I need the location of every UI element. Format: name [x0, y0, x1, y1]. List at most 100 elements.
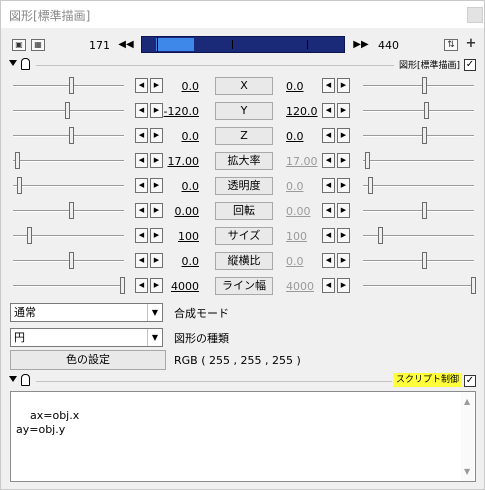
slider-thumb[interactable] [69, 77, 74, 94]
increment-button[interactable]: ▶ [337, 128, 350, 143]
shape-type-select[interactable]: 円 ▼ [10, 328, 163, 347]
param-name-button[interactable]: 縦横比 [215, 252, 273, 270]
filter-enable-checkbox[interactable]: ✓ [464, 59, 476, 71]
slider-thumb[interactable] [15, 152, 20, 169]
decrement-button[interactable]: ◀ [322, 278, 335, 293]
decrement-button[interactable]: ◀ [135, 228, 148, 243]
timeline-bar[interactable] [141, 36, 345, 53]
image-icon[interactable]: ▦ [31, 39, 45, 51]
param-start-value[interactable]: 0.0 [163, 130, 200, 143]
script-scrollbar[interactable]: ▲ ▼ [461, 392, 475, 481]
right-track-slider[interactable] [363, 77, 474, 94]
decrement-button[interactable]: ◀ [322, 228, 335, 243]
film-icon[interactable]: ▣ [12, 39, 26, 51]
decrement-button[interactable]: ◀ [322, 253, 335, 268]
blend-mode-select[interactable]: 通常 ▼ [10, 303, 163, 322]
slider-thumb[interactable] [422, 77, 427, 94]
left-track-slider[interactable] [13, 127, 124, 144]
param-name-button[interactable]: X [215, 77, 273, 95]
param-start-value[interactable]: 100 [163, 230, 199, 243]
decrement-button[interactable]: ◀ [135, 278, 148, 293]
scroll-down-icon[interactable]: ▼ [464, 465, 470, 479]
param-name-button[interactable]: サイズ [215, 227, 273, 245]
slider-thumb[interactable] [120, 277, 125, 294]
prev-frame-button[interactable]: ◀◀ [117, 38, 135, 52]
window-close-button[interactable] [467, 7, 483, 23]
increment-button[interactable]: ▶ [337, 203, 350, 218]
right-track-slider[interactable] [363, 227, 474, 244]
decrement-button[interactable]: ◀ [322, 78, 335, 93]
decrement-button[interactable]: ◀ [135, 178, 148, 193]
left-track-slider[interactable] [13, 202, 124, 219]
slider-thumb[interactable] [422, 127, 427, 144]
param-start-value[interactable]: 0.00 [163, 205, 200, 218]
param-end-value[interactable]: 0.0 [286, 130, 322, 143]
decrement-button[interactable]: ◀ [322, 153, 335, 168]
slider-thumb[interactable] [17, 177, 22, 194]
decrement-button[interactable]: ◀ [322, 103, 335, 118]
left-track-slider[interactable] [13, 77, 124, 94]
increment-button[interactable]: ▶ [337, 178, 350, 193]
increment-button[interactable]: ▶ [337, 228, 350, 243]
increment-button[interactable]: ▶ [150, 153, 163, 168]
increment-button[interactable]: ▶ [150, 203, 163, 218]
param-start-value[interactable]: -120.0 [163, 105, 199, 118]
right-track-slider[interactable] [363, 202, 474, 219]
right-track-slider[interactable] [363, 252, 474, 269]
left-track-slider[interactable] [13, 102, 124, 119]
decrement-button[interactable]: ◀ [322, 128, 335, 143]
param-end-value[interactable]: 4000 [286, 280, 322, 293]
param-end-value[interactable]: 120.0 [286, 105, 322, 118]
slider-thumb[interactable] [69, 252, 74, 269]
slider-thumb[interactable] [365, 152, 370, 169]
slider-thumb[interactable] [424, 102, 429, 119]
collapse-triangle-icon[interactable] [9, 376, 17, 382]
increment-button[interactable]: ▶ [150, 278, 163, 293]
param-name-button[interactable]: 拡大率 [215, 152, 273, 170]
lock-icon[interactable] [21, 374, 30, 386]
decrement-button[interactable]: ◀ [135, 153, 148, 168]
increment-button[interactable]: ▶ [150, 78, 163, 93]
increment-button[interactable]: ▶ [337, 78, 350, 93]
param-start-value[interactable]: 0.0 [163, 255, 200, 268]
slider-thumb[interactable] [471, 277, 476, 294]
slider-thumb[interactable] [69, 202, 74, 219]
right-track-slider[interactable] [363, 277, 476, 294]
increment-button[interactable]: ▶ [150, 178, 163, 193]
param-end-value[interactable]: 0.0 [286, 80, 322, 93]
increment-button[interactable]: ▶ [337, 253, 350, 268]
right-track-slider[interactable] [363, 102, 474, 119]
param-start-value[interactable]: 17.00 [163, 155, 200, 168]
decrement-button[interactable]: ◀ [322, 203, 335, 218]
swap-icon[interactable]: ⇅ [444, 39, 458, 51]
param-end-value[interactable]: 0.0 [286, 255, 322, 268]
slider-thumb[interactable] [69, 127, 74, 144]
param-end-value[interactable]: 0.00 [286, 205, 322, 218]
increment-button[interactable]: ▶ [150, 103, 163, 118]
decrement-button[interactable]: ◀ [135, 128, 148, 143]
left-track-slider[interactable] [13, 277, 125, 294]
param-end-value[interactable]: 17.00 [286, 155, 322, 168]
decrement-button[interactable]: ◀ [135, 78, 148, 93]
left-track-slider[interactable] [13, 177, 124, 194]
slider-thumb[interactable] [422, 252, 427, 269]
param-name-button[interactable]: ライン幅 [215, 277, 273, 295]
param-start-value[interactable]: 0.0 [163, 180, 200, 193]
increment-button[interactable]: ▶ [337, 103, 350, 118]
slider-thumb[interactable] [378, 227, 383, 244]
param-name-button[interactable]: 回転 [215, 202, 273, 220]
param-start-value[interactable]: 4000 [163, 280, 199, 293]
decrement-button[interactable]: ◀ [135, 103, 148, 118]
decrement-button[interactable]: ◀ [135, 203, 148, 218]
decrement-button[interactable]: ◀ [135, 253, 148, 268]
param-start-value[interactable]: 0.0 [163, 80, 200, 93]
lock-icon[interactable] [21, 58, 30, 70]
right-track-slider[interactable] [363, 127, 474, 144]
param-name-button[interactable]: Z [215, 127, 273, 145]
slider-thumb[interactable] [422, 202, 427, 219]
increment-button[interactable]: ▶ [337, 278, 350, 293]
left-track-slider[interactable] [13, 152, 124, 169]
increment-button[interactable]: ▶ [150, 253, 163, 268]
increment-button[interactable]: ▶ [150, 128, 163, 143]
param-end-value[interactable]: 100 [286, 230, 322, 243]
